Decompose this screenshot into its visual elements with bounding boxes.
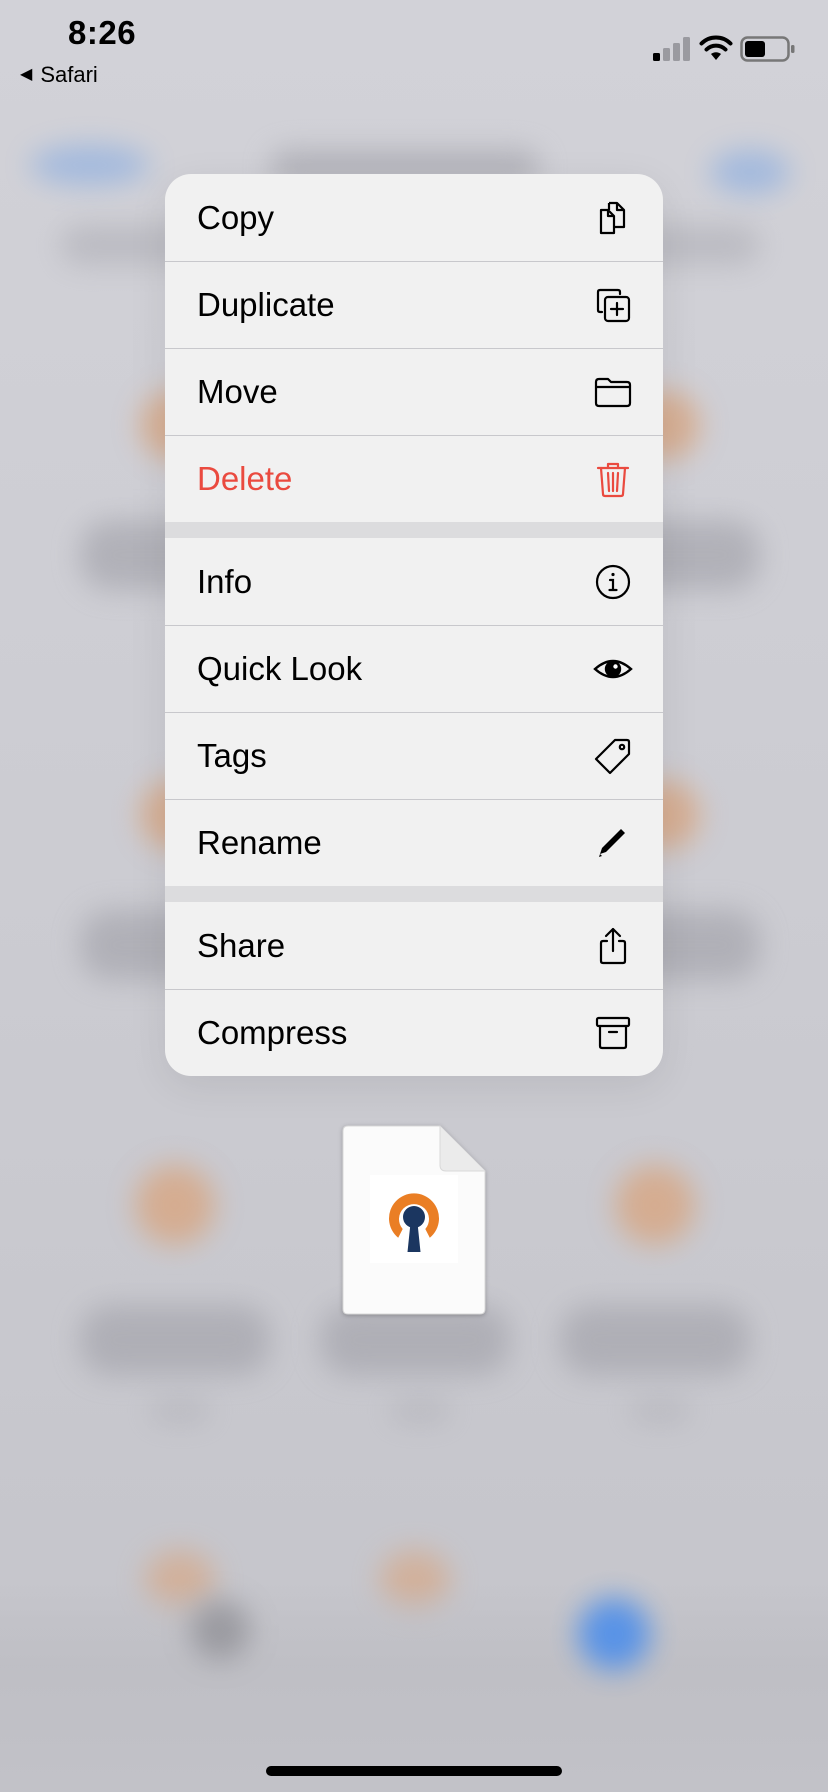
home-indicator[interactable] [266, 1766, 562, 1776]
menu-item-label: Quick Look [197, 650, 363, 687]
menu-group-separator [165, 522, 663, 538]
openvpn-logo-icon [370, 1175, 458, 1263]
file-context-menu: Copy Duplicate Move Delete Info Quick Lo… [165, 174, 663, 1076]
menu-item-copy[interactable]: Copy [165, 174, 663, 261]
menu-item-move[interactable]: Move [165, 348, 663, 435]
menu-item-compress[interactable]: Compress [165, 989, 663, 1076]
menu-item-label: Delete [197, 460, 293, 497]
eye-icon [593, 649, 633, 689]
battery-icon [740, 36, 795, 62]
tag-icon [593, 736, 633, 776]
menu-item-quick-look[interactable]: Quick Look [165, 625, 663, 712]
menu-item-delete[interactable]: Delete [165, 435, 663, 522]
menu-item-label: Move [197, 373, 278, 410]
menu-group-file-actions: Copy Duplicate Move Delete [165, 174, 663, 522]
menu-item-label: Copy [197, 198, 275, 236]
menu-item-duplicate[interactable]: Duplicate [165, 261, 663, 348]
duplicate-icon [593, 285, 633, 325]
menu-item-label: Info [197, 562, 253, 600]
copy-icon [593, 198, 633, 238]
menu-item-rename[interactable]: Rename [165, 799, 663, 886]
trash-icon [593, 459, 633, 499]
pencil-icon [593, 823, 633, 863]
status-bar: 8:26 ◀ Safari [0, 0, 828, 90]
menu-group-separator [165, 886, 663, 902]
menu-item-info[interactable]: Info [165, 538, 663, 625]
menu-item-label: Share [197, 926, 286, 964]
share-icon [593, 926, 633, 966]
info-icon [593, 562, 633, 602]
menu-item-share[interactable]: Share [165, 902, 663, 989]
archive-icon [593, 1013, 633, 1053]
back-app-label: Safari [40, 62, 98, 87]
menu-group-share: Share Compress [165, 902, 663, 1076]
status-time: 8:26 [68, 14, 137, 51]
cellular-signal-icon [653, 37, 690, 61]
menu-group-details: Info Quick Look Tags Rename [165, 538, 663, 886]
back-triangle-icon: ◀ [20, 66, 33, 83]
menu-item-tags[interactable]: Tags [165, 712, 663, 799]
back-to-safari-link[interactable]: ◀ Safari [20, 62, 98, 88]
menu-item-label: Tags [197, 737, 267, 774]
menu-item-label: Duplicate [197, 286, 335, 323]
folder-icon [593, 372, 633, 412]
menu-item-label: Rename [197, 824, 322, 861]
menu-item-label: Compress [197, 1014, 348, 1051]
wifi-icon [699, 35, 733, 60]
